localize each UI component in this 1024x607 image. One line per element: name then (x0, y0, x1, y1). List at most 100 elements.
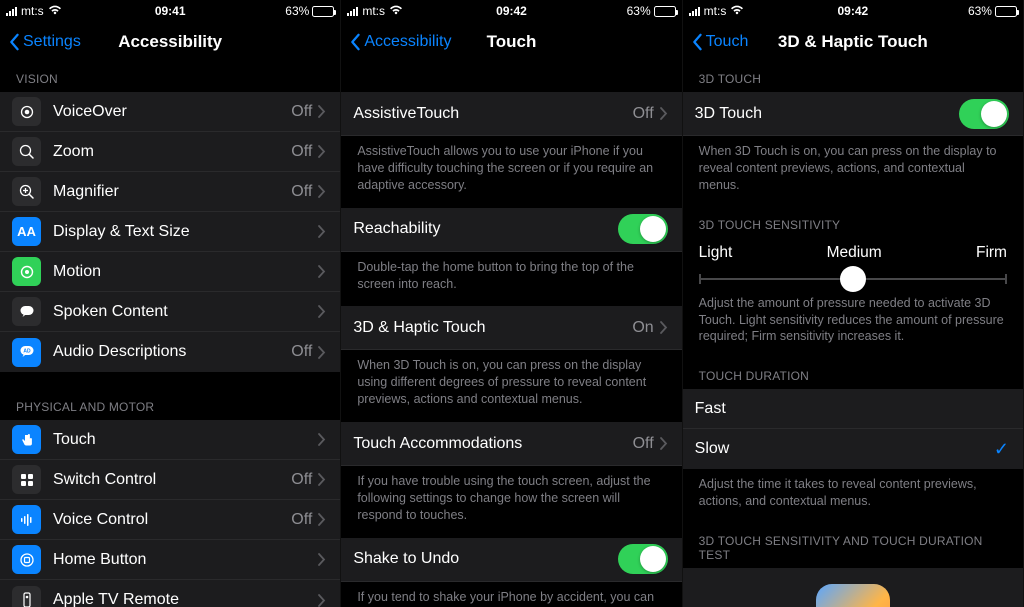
status-bar: mt:s 09:42 63% (341, 0, 681, 22)
battery-icon (654, 6, 676, 17)
toggle-3d-touch[interactable] (959, 99, 1009, 129)
footer-reachability: Double-tap the home button to bring the … (341, 252, 681, 307)
battery-pct: 63% (627, 4, 651, 18)
back-button[interactable]: Touch (691, 33, 749, 51)
battery-pct: 63% (285, 4, 309, 18)
row-value: Off (291, 143, 312, 161)
row-3d-haptic-touch[interactable]: 3D & Haptic Touch On (341, 306, 681, 350)
voice-control-icon (12, 505, 41, 534)
row-value: Off (291, 471, 312, 489)
chevron-right-icon (660, 321, 668, 334)
row-value: Off (291, 511, 312, 529)
row-duration-slow[interactable]: Slow ✓ (683, 429, 1023, 469)
signal-bars-icon (689, 6, 700, 16)
row-shake-to-undo[interactable]: Shake to Undo (341, 538, 681, 582)
section-header-test: 3D TOUCH SENSITIVITY AND TOUCH DURATION … (683, 524, 1023, 568)
slider-labels: Light Medium Firm (683, 238, 1023, 266)
row-assistive-touch[interactable]: AssistiveTouch Off (341, 92, 681, 136)
row-label: Home Button (53, 551, 318, 569)
row-label: Audio Descriptions (53, 343, 291, 361)
section-header-3dtouch: 3D TOUCH (683, 62, 1023, 92)
motion-icon (12, 257, 41, 286)
row-spoken-content[interactable]: Spoken Content (0, 292, 340, 332)
slider-thumb[interactable] (840, 266, 866, 292)
row-label: Apple TV Remote (53, 591, 318, 607)
status-bar: mt:s 09:42 63% (683, 0, 1023, 22)
chevron-right-icon (318, 305, 326, 318)
chevron-right-icon (318, 105, 326, 118)
row-label: Slow (695, 440, 994, 458)
audio-descriptions-icon: AD (12, 338, 41, 367)
back-button[interactable]: Settings (8, 33, 81, 51)
slider-label-medium: Medium (827, 244, 882, 262)
slider-label-light: Light (699, 244, 733, 262)
test-area-icon[interactable] (816, 584, 890, 607)
touch-icon (12, 425, 41, 454)
row-value: Off (291, 343, 312, 361)
nav-bar: Touch 3D & Haptic Touch (683, 22, 1023, 62)
footer-accommodations: If you have trouble using the touch scre… (341, 466, 681, 538)
row-label: VoiceOver (53, 103, 291, 121)
carrier-label: mt:s (21, 4, 44, 18)
back-label: Accessibility (364, 33, 451, 51)
row-label: Fast (695, 400, 1009, 418)
row-voiceover[interactable]: VoiceOver Off (0, 92, 340, 132)
row-label: Switch Control (53, 471, 291, 489)
chevron-right-icon (318, 145, 326, 158)
chevron-right-icon (318, 185, 326, 198)
row-label: Shake to Undo (353, 550, 617, 568)
panel-touch: mt:s 09:42 63% Accessibility Touch Assis… (341, 0, 682, 607)
slider-label-firm: Firm (976, 244, 1007, 262)
row-value: Off (291, 103, 312, 121)
checkmark-icon: ✓ (994, 439, 1009, 460)
footer-haptic: When 3D Touch is on, you can press on th… (341, 350, 681, 422)
row-switch-control[interactable]: Switch Control Off (0, 460, 340, 500)
row-label: Touch (53, 431, 318, 449)
row-label: Voice Control (53, 511, 291, 529)
switch-control-icon (12, 465, 41, 494)
chevron-right-icon (318, 553, 326, 566)
row-label: Reachability (353, 220, 617, 238)
row-value: Off (291, 183, 312, 201)
footer-sensitivity: Adjust the amount of pressure needed to … (683, 288, 1023, 360)
row-audio-descriptions[interactable]: AD Audio Descriptions Off (0, 332, 340, 372)
battery-icon (312, 6, 334, 17)
row-voice-control[interactable]: Voice Control Off (0, 500, 340, 540)
row-label: Display & Text Size (53, 223, 318, 241)
slider-tick (1005, 274, 1007, 284)
battery-icon (995, 6, 1017, 17)
carrier-label: mt:s (704, 4, 727, 18)
toggle-shake-undo[interactable] (618, 544, 668, 574)
toggle-reachability[interactable] (618, 214, 668, 244)
row-value: Off (633, 105, 654, 123)
footer-shake: If you tend to shake your iPhone by acci… (341, 582, 681, 607)
back-button[interactable]: Accessibility (349, 33, 451, 51)
row-3d-touch[interactable]: 3D Touch (683, 92, 1023, 136)
row-home-button[interactable]: Home Button (0, 540, 340, 580)
row-label: Touch Accommodations (353, 435, 632, 453)
row-reachability[interactable]: Reachability (341, 208, 681, 252)
wifi-icon (48, 5, 62, 18)
row-label: Motion (53, 263, 318, 281)
row-zoom[interactable]: Zoom Off (0, 132, 340, 172)
row-touch-accommodations[interactable]: Touch Accommodations Off (341, 422, 681, 466)
row-label: AssistiveTouch (353, 105, 632, 123)
wifi-icon (730, 5, 744, 18)
row-touch[interactable]: Touch (0, 420, 340, 460)
chevron-right-icon (318, 225, 326, 238)
row-duration-fast[interactable]: Fast (683, 389, 1023, 429)
chevron-right-icon (318, 513, 326, 526)
text-size-icon: AA (12, 217, 41, 246)
sensitivity-slider[interactable] (699, 278, 1007, 280)
chevron-right-icon (318, 346, 326, 359)
row-magnifier[interactable]: Magnifier Off (0, 172, 340, 212)
chevron-right-icon (660, 107, 668, 120)
back-label: Touch (706, 33, 749, 51)
section-header-sensitivity: 3D TOUCH SENSITIVITY (683, 208, 1023, 238)
footer-assistive: AssistiveTouch allows you to use your iP… (341, 136, 681, 208)
row-apple-tv-remote[interactable]: Apple TV Remote (0, 580, 340, 607)
row-motion[interactable]: Motion (0, 252, 340, 292)
voiceover-icon (12, 97, 41, 126)
section-header-vision: VISION (0, 62, 340, 92)
row-display-text-size[interactable]: AA Display & Text Size (0, 212, 340, 252)
